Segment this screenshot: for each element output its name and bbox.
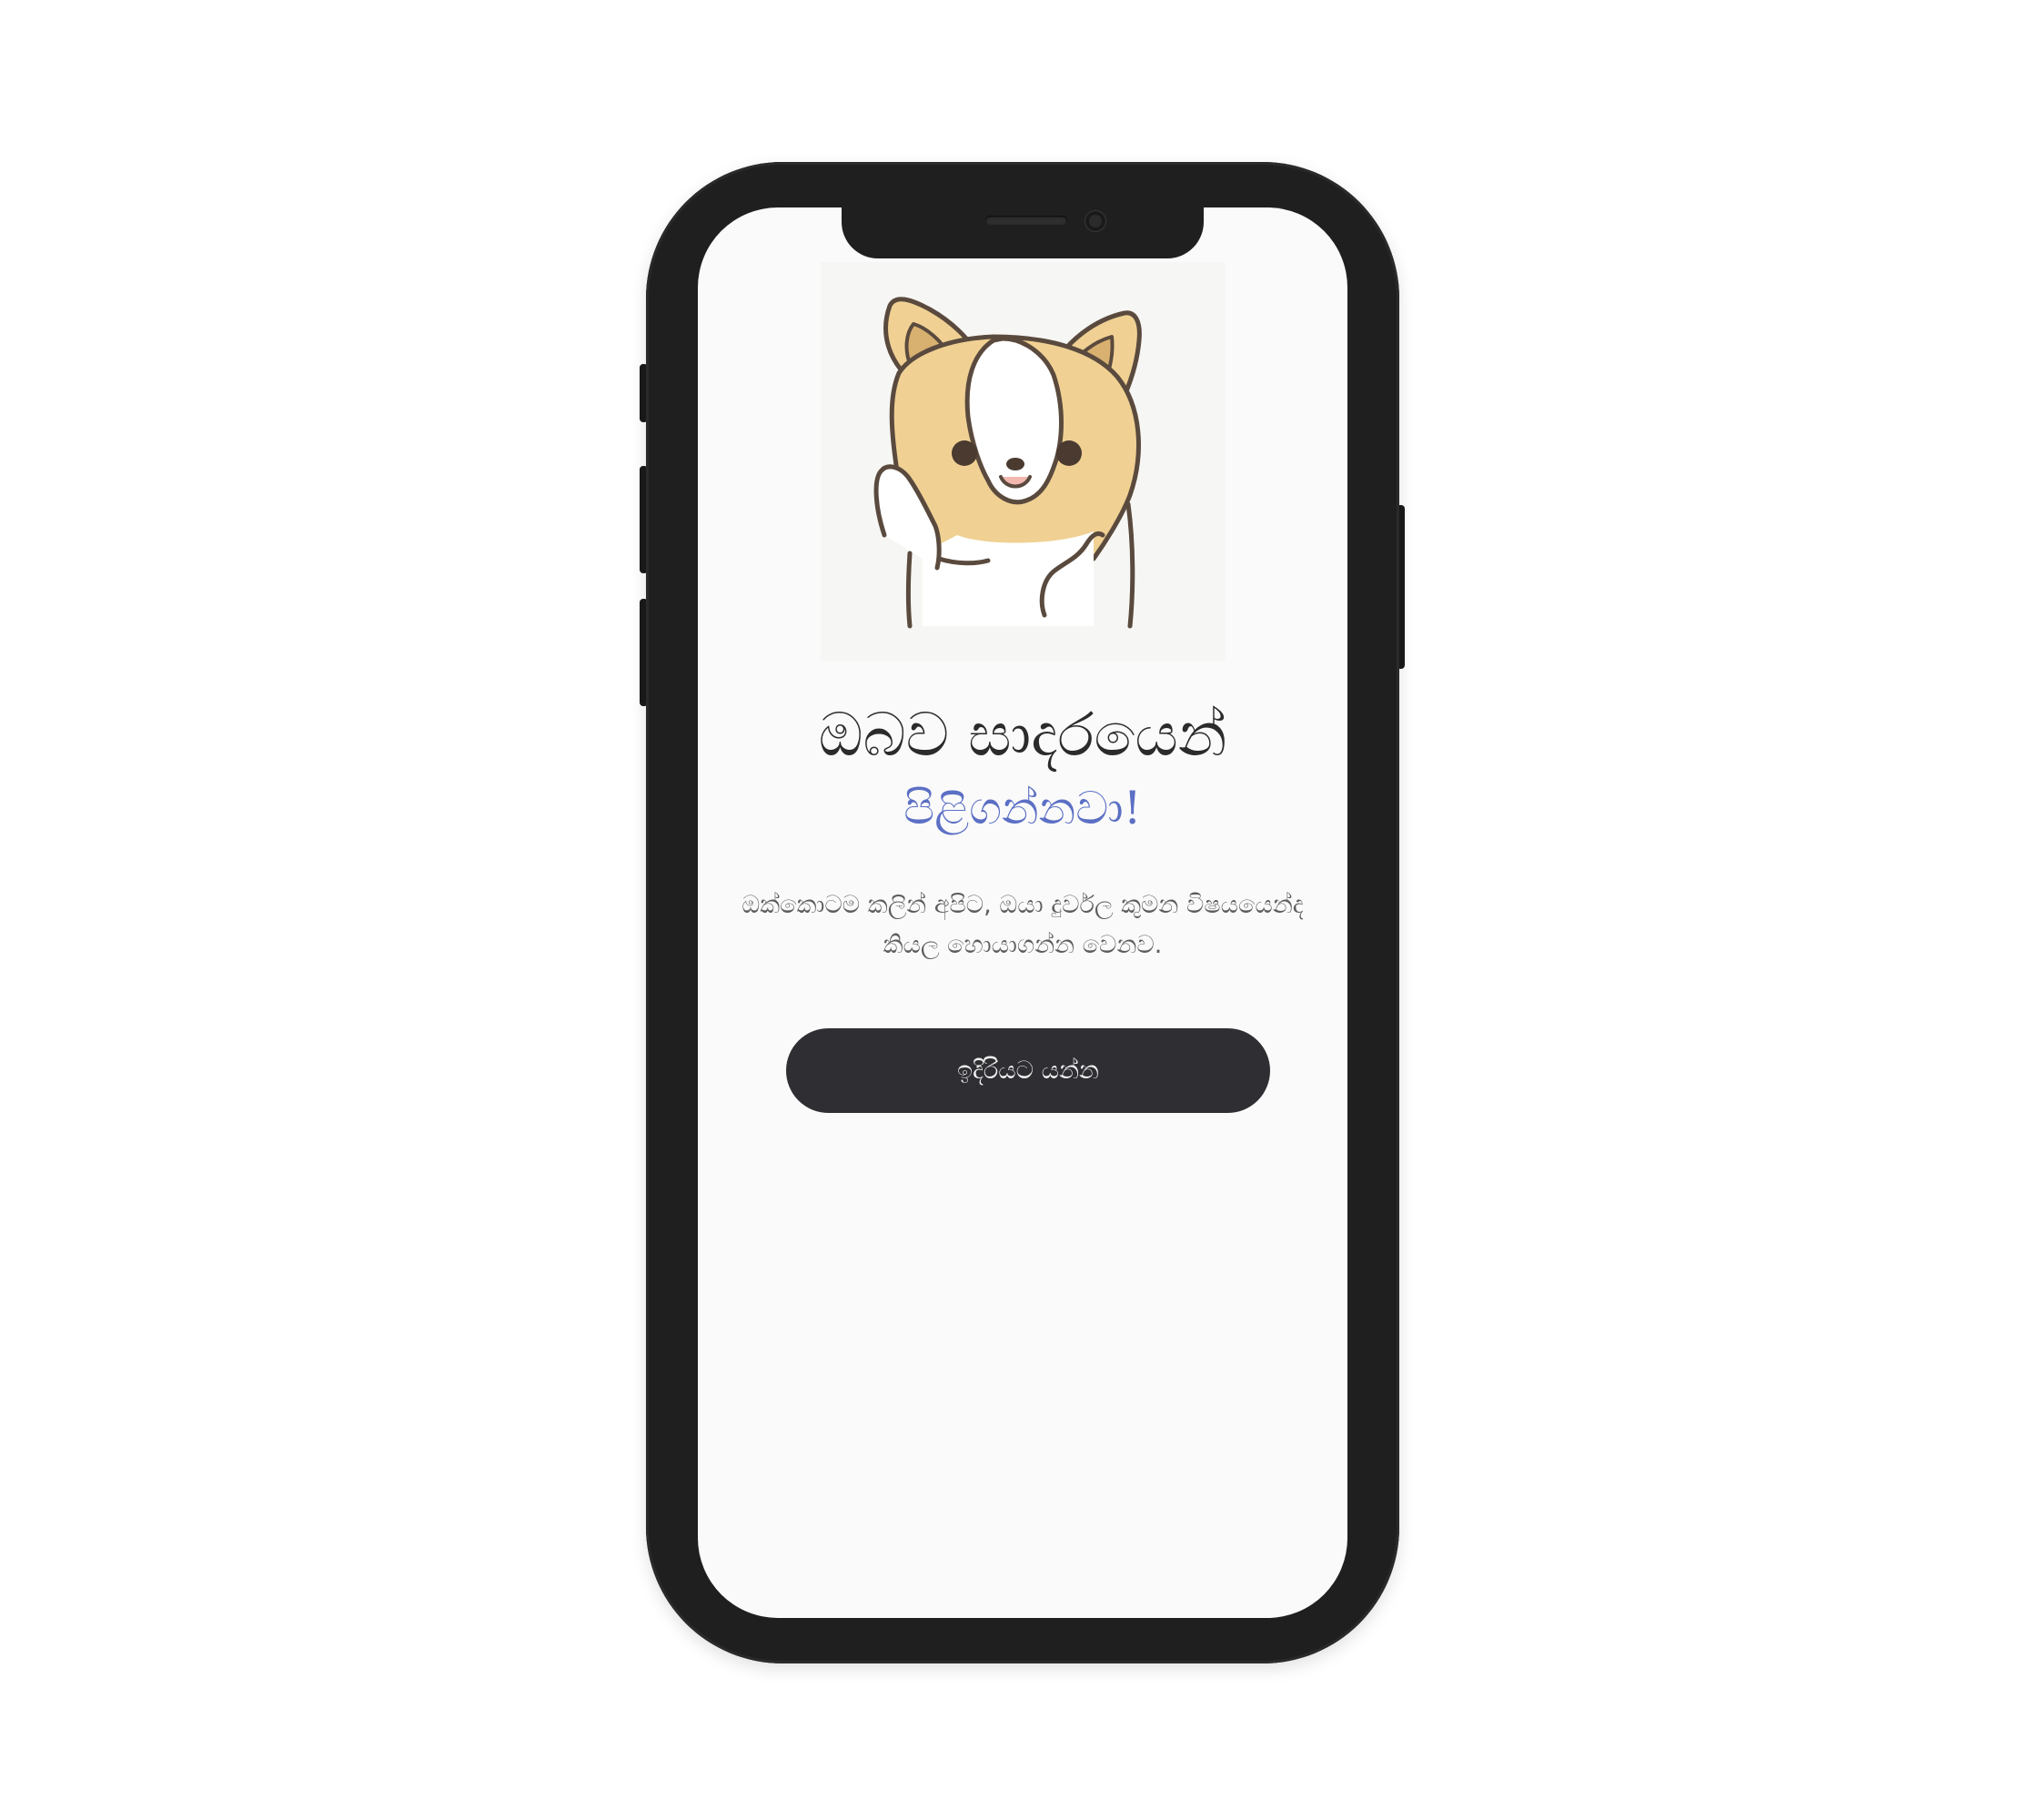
welcome-title: ඔබව සාදරයෙන් <box>818 700 1227 770</box>
corgi-illustration <box>821 262 1226 661</box>
phone-notch <box>842 207 1204 258</box>
speaker-grille <box>985 216 1067 225</box>
continue-button[interactable]: ඉදිරියට යන්න <box>786 1028 1270 1113</box>
continue-button-label: ඉදිරියට යන්න <box>957 1056 1099 1085</box>
stage: ඔබව සාදරයෙන් පිළිගන්නවා! ඔක්කොටම කලින් අ… <box>0 0 2038 1820</box>
front-camera-icon <box>1085 211 1105 231</box>
welcome-description: ඔක්කොටම කලින් අපිට, ඔයා දුර්වල කුමන විෂය… <box>742 891 1304 959</box>
phone-frame: ඔබව සාදරයෙන් පිළිගන්නවා! ඔක්කොටම කලින් අ… <box>646 162 1399 1663</box>
corgi-waving-icon <box>873 297 1142 629</box>
phone-screen: ඔබව සාදරයෙන් පිළිගන්නවා! ඔක්කොටම කලින් අ… <box>698 207 1347 1618</box>
welcome-subtitle: පිළිගන්නවා! <box>903 782 1142 834</box>
